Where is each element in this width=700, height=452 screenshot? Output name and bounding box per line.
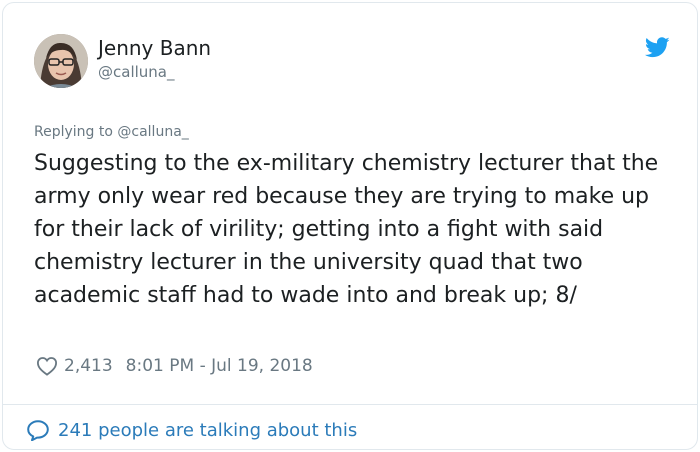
conversation-link[interactable]: 241 people are talking about this: [26, 417, 357, 443]
tweet-card: Jenny Bann @calluna_ Replying to @callun…: [2, 2, 698, 450]
reply-context: Replying to @calluna_: [34, 123, 189, 141]
author-handle[interactable]: @calluna_: [98, 63, 174, 81]
like-count[interactable]: 2,413: [64, 356, 113, 376]
tweet-timestamp[interactable]: 8:01 PM - Jul 19, 2018: [126, 356, 313, 376]
twitter-bird-icon[interactable]: [645, 37, 670, 58]
speech-bubble-icon: [27, 420, 49, 441]
avatar[interactable]: [34, 34, 88, 88]
reply-to-link[interactable]: @calluna_: [117, 124, 188, 140]
avatar-image: [34, 34, 88, 88]
tweet-meta: 2,413 8:01 PM - Jul 19, 2018: [36, 353, 313, 379]
conversation-count-text: 241 people are talking about this: [58, 419, 358, 441]
reply-prefix: Replying to: [34, 124, 113, 140]
tweet-text: Suggesting to the ex-military chemistry …: [34, 151, 659, 308]
divider: [3, 404, 697, 405]
heart-icon[interactable]: [36, 356, 58, 376]
author-display-name[interactable]: Jenny Bann: [98, 36, 211, 60]
